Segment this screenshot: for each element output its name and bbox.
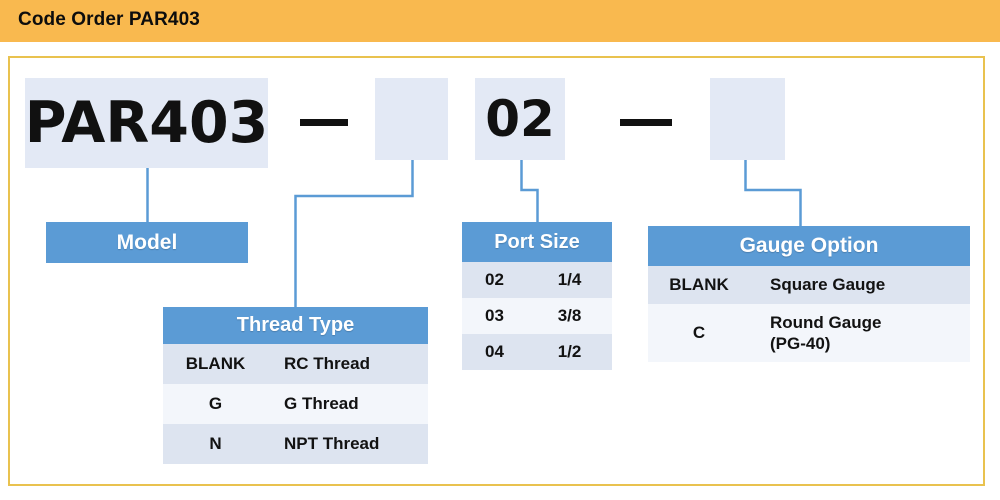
port-size-title: Port Size [462, 222, 613, 262]
gauge-option-title: Gauge Option [648, 226, 971, 266]
table-row: 03 3/8 [462, 298, 613, 334]
table-row: G G Thread [163, 384, 428, 424]
table-row: C Round Gauge (PG-40) [648, 304, 971, 362]
thread-type-code: N [163, 424, 268, 464]
table-row: 04 1/2 [462, 334, 613, 370]
gauge-option-desc-line1: Round Gauge [770, 312, 882, 332]
thread-type-table: Thread Type BLANK RC Thread G G Thread N… [163, 307, 428, 464]
thread-type-code: BLANK [163, 344, 268, 384]
port-size-code: 03 [462, 298, 527, 334]
code-separator-2-dash [620, 119, 672, 126]
code-segment-thread-type [375, 78, 448, 160]
gauge-option-code: C [648, 304, 750, 362]
thread-type-desc: G Thread [268, 384, 428, 424]
table-row: BLANK RC Thread [163, 344, 428, 384]
port-size-code: 02 [462, 262, 527, 298]
gauge-option-table: Gauge Option BLANK Square Gauge C Round … [648, 226, 971, 362]
code-separator-1-dash [300, 119, 348, 126]
thread-type-title: Thread Type [163, 307, 428, 344]
table-row: BLANK Square Gauge [648, 266, 971, 304]
table-header-row: Port Size [462, 222, 613, 262]
port-size-desc: 3/8 [527, 298, 613, 334]
thread-type-desc: NPT Thread [268, 424, 428, 464]
table-row: N NPT Thread [163, 424, 428, 464]
table-header-row: Gauge Option [648, 226, 971, 266]
code-segment-port-size: 02 [475, 78, 565, 160]
gauge-option-code: BLANK [648, 266, 750, 304]
table-header-row: Thread Type [163, 307, 428, 344]
port-size-code: 04 [462, 334, 527, 370]
thread-type-desc: RC Thread [268, 344, 428, 384]
port-size-table: Port Size 02 1/4 03 3/8 04 1/2 [462, 222, 613, 370]
gauge-option-desc: Square Gauge [750, 266, 971, 304]
thread-type-code: G [163, 384, 268, 424]
gauge-option-desc-line2: (PG-40) [770, 334, 831, 353]
code-segment-gauge-option [710, 78, 785, 160]
gauge-option-desc-multiline: Round Gauge (PG-40) [750, 304, 971, 362]
port-size-desc: 1/2 [527, 334, 613, 370]
model-label-box: Model [46, 222, 248, 263]
code-segment-model: PAR403 [25, 78, 268, 168]
port-size-desc: 1/4 [527, 262, 613, 298]
page-title: Code Order PAR403 [18, 9, 200, 30]
table-row: 02 1/4 [462, 262, 613, 298]
